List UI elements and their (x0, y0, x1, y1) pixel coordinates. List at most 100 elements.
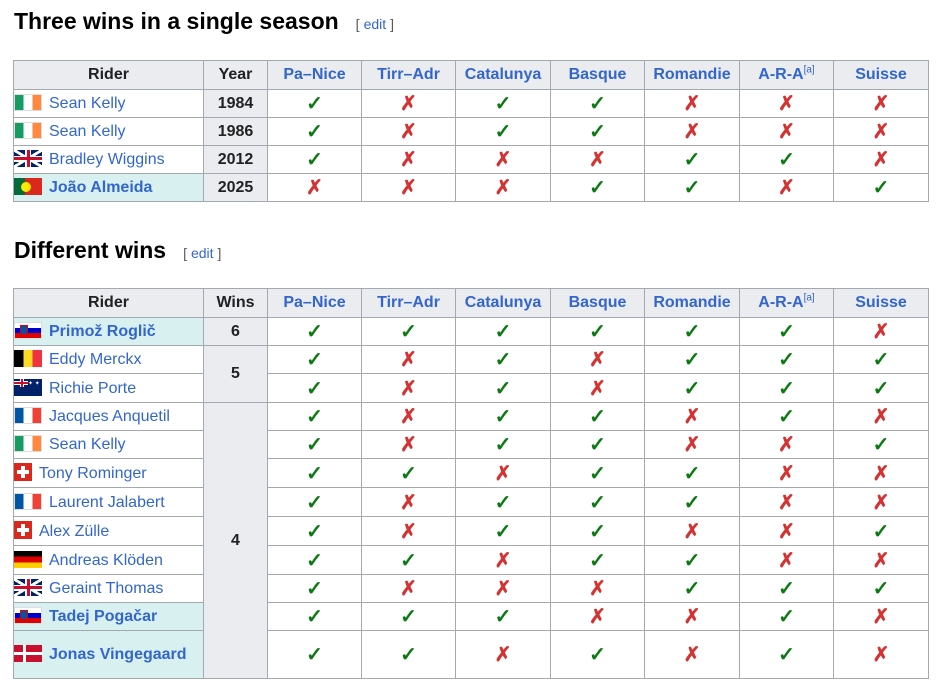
rider-cell: Bradley Wiggins (13, 145, 204, 174)
col-header-ara-label[interactable]: A-R-A (758, 294, 803, 311)
result-cell: ✓ (739, 345, 834, 374)
check-icon: ✓ (589, 177, 606, 199)
rider-cell: Sean Kelly (13, 89, 204, 118)
col-header-romandie[interactable]: Romandie (644, 288, 740, 318)
col-header-catalunya[interactable]: Catalunya (455, 288, 551, 318)
rider-link[interactable]: Sean Kelly (49, 436, 126, 453)
check-icon: ✓ (589, 549, 606, 572)
cross-icon: ✗ (494, 462, 512, 485)
result-cell: ✓ (644, 345, 740, 374)
check-icon: ✓ (589, 93, 606, 115)
edit-link[interactable]: edit (364, 16, 387, 32)
col-header-suisse[interactable]: Suisse (833, 288, 929, 318)
col-header-basque[interactable]: Basque (550, 60, 645, 90)
result-cell: ✗ (833, 602, 929, 631)
check-icon: ✓ (494, 377, 512, 400)
rider-link[interactable]: Andreas Klöden (49, 552, 163, 569)
cross-icon: ✗ (589, 149, 606, 171)
check-icon: ✓ (778, 321, 795, 343)
table-row: Bradley Wiggins 2012 ✓ ✗ ✗ ✗ ✓ ✓ ✗ (13, 145, 929, 174)
col-header-ara: A-R-A[a] (739, 60, 834, 90)
check-icon: ✓ (494, 93, 512, 115)
result-cell: ✓ (455, 516, 551, 546)
check-icon: ✓ (400, 644, 417, 666)
rider-link[interactable]: Sean Kelly (49, 123, 126, 140)
cross-icon: ✗ (400, 93, 417, 115)
result-cell: ✓ (267, 89, 362, 118)
rider-link[interactable]: Richie Porte (49, 380, 136, 397)
rider-link[interactable]: João Almeida (49, 179, 152, 196)
check-icon: ✓ (494, 406, 512, 428)
rider-link[interactable]: Jonas Vingegaard (49, 646, 187, 663)
table-row: João Almeida 2025 ✗ ✗ ✗ ✓ ✓ ✗ ✓ (13, 173, 929, 202)
check-icon: ✓ (494, 349, 512, 371)
result-cell: ✓ (455, 487, 551, 517)
footnote-ref[interactable]: [a] (804, 293, 815, 304)
col-header-catalunya[interactable]: Catalunya (455, 60, 551, 90)
rider-link[interactable]: Sean Kelly (49, 95, 126, 112)
cross-icon: ✗ (683, 644, 701, 666)
edit-link[interactable]: edit (191, 245, 214, 261)
result-cell: ✗ (361, 516, 456, 546)
cross-icon: ✗ (683, 93, 701, 115)
cross-icon: ✗ (778, 462, 795, 485)
col-header-tirreno-adriatico[interactable]: Tirr–Adr (361, 288, 456, 318)
result-cell: ✗ (455, 145, 551, 174)
check-icon: ✓ (400, 462, 417, 485)
rider-cell: Jacques Anquetil (13, 402, 204, 431)
cross-icon: ✗ (778, 520, 795, 543)
check-icon: ✓ (589, 121, 606, 143)
result-cell: ✓ (833, 345, 929, 374)
result-cell: ✓ (361, 545, 456, 575)
result-cell: ✗ (644, 430, 740, 459)
result-cell: ✓ (833, 173, 929, 202)
result-cell: ✓ (455, 89, 551, 118)
result-cell: ✗ (739, 173, 834, 202)
rider-cell: Geraint Thomas (13, 574, 204, 603)
header-row: Rider Wins Pa–Nice Tirr–Adr Catalunya Ba… (13, 288, 929, 318)
cross-icon: ✗ (778, 177, 795, 199)
result-cell: ✗ (739, 89, 834, 118)
cross-icon: ✗ (778, 93, 795, 115)
col-header-paris-nice[interactable]: Pa–Nice (267, 288, 362, 318)
rider-link[interactable]: Tadej Pogačar (49, 608, 157, 625)
rider-link[interactable]: Jacques Anquetil (49, 408, 170, 425)
rider-link[interactable]: Tony Rominger (39, 465, 147, 482)
result-cell: ✗ (361, 373, 456, 403)
footnote-ref[interactable]: [a] (804, 65, 815, 76)
check-icon: ✓ (683, 578, 701, 600)
rider-cell: Jonas Vingegaard (13, 630, 204, 679)
result-cell: ✓ (267, 516, 362, 546)
col-header-ara-label[interactable]: A-R-A (758, 66, 803, 83)
cross-icon: ✗ (778, 549, 795, 572)
col-header-tirreno-adriatico[interactable]: Tirr–Adr (361, 60, 456, 90)
result-cell: ✗ (833, 487, 929, 517)
rider-cell: Sean Kelly (13, 430, 204, 459)
col-header-suisse[interactable]: Suisse (833, 60, 929, 90)
result-cell: ✗ (550, 602, 645, 631)
cross-icon: ✗ (589, 377, 606, 400)
result-cell: ✗ (833, 89, 929, 118)
result-cell: ✓ (833, 430, 929, 459)
check-icon: ✓ (683, 462, 701, 485)
result-cell: ✓ (455, 345, 551, 374)
table-row: Sean Kelly ✓ ✗ ✓ ✓ ✗ ✗ ✓ (13, 430, 929, 459)
cross-icon: ✗ (400, 377, 417, 400)
rider-link[interactable]: Alex Zülle (39, 523, 109, 540)
germany-flag-icon (14, 550, 42, 568)
rider-link[interactable]: Eddy Merckx (49, 351, 141, 368)
cross-icon: ✗ (400, 349, 417, 371)
rider-link[interactable]: Bradley Wiggins (49, 151, 165, 168)
rider-link[interactable]: Laurent Jalabert (49, 494, 165, 511)
result-cell: ✗ (644, 516, 740, 546)
result-cell: ✗ (361, 574, 456, 603)
col-header-paris-nice[interactable]: Pa–Nice (267, 60, 362, 90)
result-cell: ✓ (833, 516, 929, 546)
col-header-basque[interactable]: Basque (550, 288, 645, 318)
result-cell: ✓ (361, 630, 456, 679)
result-cell: ✓ (644, 373, 740, 403)
rider-link[interactable]: Geraint Thomas (49, 580, 163, 597)
result-cell: ✓ (550, 545, 645, 575)
rider-link[interactable]: Primož Roglič (49, 323, 156, 340)
col-header-romandie[interactable]: Romandie (644, 60, 740, 90)
